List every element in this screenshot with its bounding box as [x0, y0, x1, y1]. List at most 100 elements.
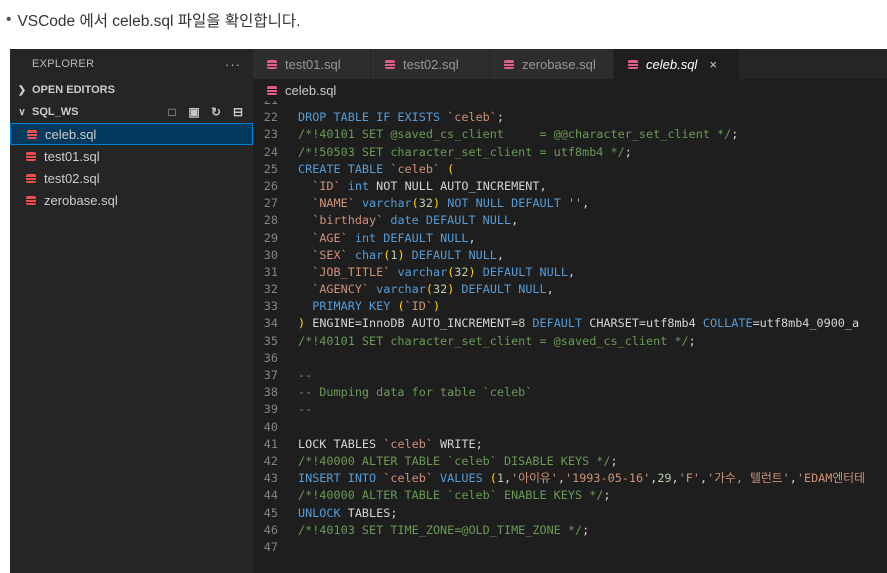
code-line[interactable]: 41 LOCK TABLES `celeb` WRITE; [253, 436, 887, 453]
code-token: `NAME` [312, 196, 355, 211]
file-label: zerobase.sql [44, 192, 118, 208]
code-line[interactable]: 34) ENGINE=InnoDB AUTO_INCREMENT=8 DEFAU… [253, 315, 887, 332]
code-editor[interactable]: 2122 DROP TABLE IF EXISTS `celeb`; 23 /*!40… [253, 101, 887, 573]
code-text: `AGENCY` varchar(32) DEFAULT NULL, [298, 281, 554, 298]
collapse-all-icon[interactable]: ⊟ [231, 105, 245, 119]
tab-label: test01.sql [285, 56, 341, 72]
code-text: -- [298, 367, 312, 384]
code-token: DEFAULT NULL [454, 282, 547, 297]
file-item-test01[interactable]: test01.sql [10, 145, 253, 167]
code-line[interactable]: 35 /*!40101 SET character_set_client = @s… [253, 333, 887, 350]
line-number: 21 [253, 101, 298, 109]
code-token: , [546, 282, 554, 297]
code-token: `celeb` [383, 436, 433, 451]
code-token: /*!40103 SET TIME_ZONE=@OLD_TIME_ZONE */ [298, 522, 583, 537]
code-line[interactable]: 32 `AGENCY` varchar(32) DEFAULT NULL, [253, 281, 887, 298]
code-line[interactable]: 38 -- Dumping data for table `celeb` [253, 384, 887, 401]
code-line[interactable]: 21 [253, 101, 887, 109]
code-token: ( [447, 161, 455, 176]
code-token: varchar [369, 282, 426, 297]
close-icon[interactable]: × [709, 57, 717, 72]
code-token: 'EDAM엔터테 [796, 471, 865, 486]
code-line[interactable]: 43 INSERT INTO `celeb` VALUES (1,'아이유','1… [253, 470, 887, 487]
breadcrumb[interactable]: celeb.sql [253, 79, 887, 101]
code-token: ( [397, 299, 405, 314]
new-file-icon[interactable]: □ [165, 105, 179, 119]
code-line[interactable]: 47 [253, 539, 887, 556]
line-number: 27 [263, 196, 278, 211]
code-line[interactable]: 22 DROP TABLE IF EXISTS `celeb`; [253, 109, 887, 126]
code-token: WRITE; [432, 436, 483, 451]
file-item-test02[interactable]: test02.sql [10, 167, 253, 189]
chevron-right-icon: ❯ [17, 84, 27, 96]
code-line[interactable]: 39 -- [253, 401, 887, 418]
code-token: DROP TABLE IF EXISTS [298, 110, 448, 125]
tab-test01[interactable]: test01.sql [253, 49, 371, 79]
code-token: , [511, 213, 519, 228]
line-number: 31 [263, 264, 278, 279]
code-line[interactable]: 36 [253, 350, 887, 367]
code-token: PRIMARY KEY [312, 299, 398, 314]
file-item-zerobase[interactable]: zerobase.sql [10, 189, 253, 211]
tab-celeb[interactable]: celeb.sql × [614, 49, 740, 79]
explorer-sidebar: EXPLORER ··· ❯ OPEN EDITORS ∨ SQL_WS □ ▣… [10, 49, 253, 573]
line-number: 42 [263, 453, 278, 468]
file-label: test02.sql [44, 170, 100, 186]
workspace-section[interactable]: ∨ SQL_WS □ ▣ ↻ ⊟ [10, 101, 253, 123]
code-line[interactable]: 30 `SEX` char(1) DEFAULT NULL, [253, 247, 887, 264]
code-line[interactable]: 42 /*!40000 ALTER TABLE `celeb` DISABLE K… [253, 453, 887, 470]
code-token: ) [468, 264, 476, 279]
code-line[interactable]: 46 /*!40103 SET TIME_ZONE=@OLD_TIME_ZONE … [253, 522, 887, 539]
breadcrumb-label: celeb.sql [285, 82, 337, 98]
code-token: -- [298, 368, 313, 382]
line-number: 29 [263, 230, 278, 245]
code-token: varchar [390, 264, 448, 279]
code-token: -- [298, 402, 313, 417]
code-line[interactable]: 24 /*!50503 SET character_set_client = ut… [253, 144, 887, 161]
code-text: -- Dumping data for table `celeb` [298, 384, 532, 401]
new-folder-icon[interactable]: ▣ [187, 105, 201, 119]
line-number: 47 [263, 539, 278, 554]
code-text: DROP TABLE IF EXISTS `celeb`; [298, 109, 504, 126]
line-number: 25 [263, 161, 278, 176]
code-line[interactable]: 33 PRIMARY KEY (`ID`) [253, 298, 887, 315]
code-token: , [496, 247, 505, 262]
refresh-icon[interactable]: ↻ [209, 105, 223, 119]
code-line[interactable]: 37 -- [253, 367, 887, 384]
database-icon [26, 173, 36, 183]
code-line[interactable]: 23 /*!40101 SET @saved_cs_client = @@char… [253, 126, 887, 143]
code-line[interactable]: 28 `birthday` date DEFAULT NULL, [253, 212, 887, 229]
code-token: '아이유' [511, 471, 558, 486]
file-item-celeb[interactable]: celeb.sql [10, 123, 253, 145]
workspace-label: SQL_WS [32, 106, 79, 118]
line-number: 37 [263, 368, 278, 382]
open-editors-section[interactable]: ❯ OPEN EDITORS [10, 79, 253, 101]
code-token: , [671, 471, 679, 486]
code-line[interactable]: 25 CREATE TABLE `celeb` ( [253, 161, 887, 178]
code-token: `ID` [404, 299, 433, 314]
code-line[interactable]: 45 UNLOCK TABLES; [253, 505, 887, 522]
code-line[interactable]: 26 `ID` int NOT NULL AUTO_INCREMENT, [253, 178, 887, 195]
code-token: `ID` [312, 178, 341, 193]
code-text: ) ENGINE=InnoDB AUTO_INCREMENT=8 DEFAULT… [298, 315, 859, 332]
code-token: `birthday` [312, 213, 384, 228]
code-line[interactable]: 29 `AGE` int DEFAULT NULL, [253, 230, 887, 247]
line-number: 28 [263, 213, 278, 228]
code-token: ( [411, 196, 419, 211]
code-token: , [557, 471, 565, 486]
code-line[interactable]: 27 `NAME` varchar(32) NOT NULL DEFAULT '… [253, 195, 887, 212]
vscode-window: EXPLORER ··· ❯ OPEN EDITORS ∨ SQL_WS □ ▣… [10, 49, 887, 573]
code-line[interactable]: 31 `JOB_TITLE` varchar(32) DEFAULT NULL, [253, 264, 887, 281]
line-number: 41 [263, 436, 278, 451]
explorer-title: EXPLORER [32, 58, 95, 70]
code-token: UNLOCK [298, 505, 348, 520]
database-icon [385, 59, 395, 69]
code-text: `ID` int NOT NULL AUTO_INCREMENT, [298, 178, 546, 195]
code-line[interactable]: 40 [253, 419, 887, 436]
database-icon [267, 85, 277, 95]
tab-test02[interactable]: test02.sql [371, 49, 490, 79]
tab-zerobase[interactable]: zerobase.sql [490, 49, 614, 79]
more-actions-icon[interactable]: ··· [225, 57, 241, 72]
code-line[interactable]: 44 /*!40000 ALTER TABLE `celeb` ENABLE KE… [253, 487, 887, 504]
